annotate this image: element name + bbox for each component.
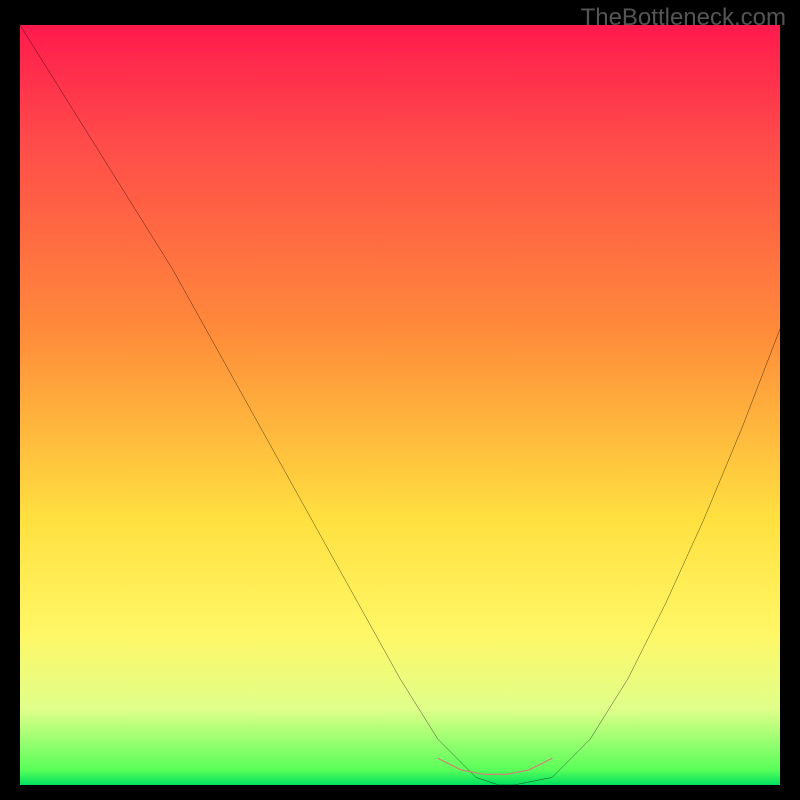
plot-area xyxy=(20,25,780,785)
chart-wrapper: TheBottleneck.com xyxy=(0,0,800,800)
highlight-segment xyxy=(438,758,552,774)
bottleneck-curve xyxy=(20,25,780,785)
curve-svg xyxy=(20,25,780,785)
